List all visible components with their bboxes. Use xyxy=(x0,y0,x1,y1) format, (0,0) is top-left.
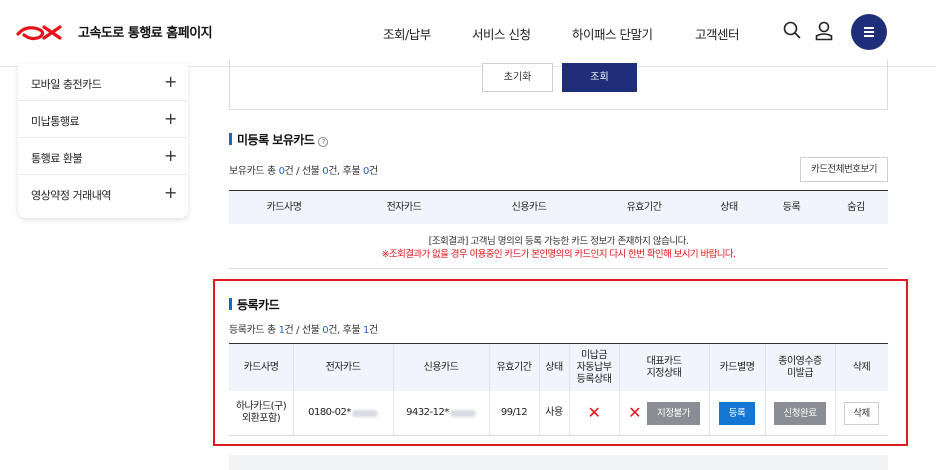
registered-table-header: 카드사명 전자카드 신용카드 유효기간 상태 미납금 자동납부 등록상태 대표카… xyxy=(229,343,888,391)
col-electronic-card: 전자카드 xyxy=(325,361,361,373)
sidebar-item-mobile-card[interactable]: 모바일 충전카드 + xyxy=(18,64,188,101)
cell-expiry: 99/12 xyxy=(500,407,528,418)
section-title-text: 등록카드 xyxy=(237,298,280,312)
section-title-text: 미등록 보유카드 xyxy=(237,133,315,147)
col-card-company: 카드사명 xyxy=(243,361,279,373)
search-button[interactable]: 조회 xyxy=(562,63,637,92)
delete-button[interactable]: 삭제 xyxy=(844,401,879,425)
reset-button[interactable]: 초기화 xyxy=(482,63,553,92)
search-icon[interactable] xyxy=(783,21,801,39)
unregistered-cards-title: 미등록 보유카드? xyxy=(229,131,329,148)
unregistered-table-header: 카드사명 전자카드 신용카드 유효기간 상태 등록 숨김 xyxy=(229,190,888,224)
col-electronic-card: 전자카드 xyxy=(386,201,422,213)
cell-status: 사용 xyxy=(545,407,563,418)
request-complete-button[interactable]: 신청완료 xyxy=(773,401,827,425)
ex-logo-icon xyxy=(16,24,62,40)
expand-plus-icon[interactable]: + xyxy=(164,109,177,128)
cell-autopay-status: ✕ xyxy=(569,391,619,435)
col-hide: 숨김 xyxy=(847,201,865,213)
sidebar-item-label: 모바일 충전카드 xyxy=(31,78,102,91)
masked-card-number: 9432-12* xyxy=(406,407,449,418)
cell-card-company: 하나카드(구) 외환포함) xyxy=(235,401,287,424)
masked-card-number: 0180-02* xyxy=(308,407,351,418)
next-section-panel xyxy=(229,455,888,470)
col-autopay-status: 미납금 자동납부 등록상태 xyxy=(576,349,612,385)
nav-inquiry-payment[interactable]: 조회/납부 xyxy=(383,24,431,43)
cell-electronic-card: 0180-02* xyxy=(293,391,393,435)
expand-plus-icon[interactable]: + xyxy=(164,146,177,165)
col-register: 등록 xyxy=(782,201,801,213)
x-mark-icon: ✕ xyxy=(587,403,601,422)
sidebar-item-toll-refund[interactable]: 통행료 환불 + xyxy=(18,138,188,175)
unregistered-summary: 보유카드 총 0건 / 선불 0건, 후불 0건 xyxy=(229,166,378,177)
table-row: 하나카드(구) 외환포함) 0180-02* 9432-12* 99/12 사용… xyxy=(229,391,888,436)
nav-service-apply[interactable]: 서비스 신청 xyxy=(472,24,531,43)
col-main-card-status: 대표카드 지정상태 xyxy=(646,355,682,379)
masked-blur xyxy=(449,409,476,417)
col-paper-receipt: 종이영수증 미발급 xyxy=(778,355,822,379)
site-logo[interactable]: 고속도로 통행료 홈페이지 xyxy=(16,22,213,41)
registered-cards-title: 등록카드 xyxy=(229,296,280,313)
help-icon[interactable]: ? xyxy=(318,137,329,147)
sidebar-item-unpaid-toll[interactable]: 미납통행료 + xyxy=(18,101,188,138)
nav-hipass-device[interactable]: 하이패스 단말기 xyxy=(572,24,653,43)
sidebar-item-label: 통행료 환불 xyxy=(31,152,83,165)
search-panel xyxy=(229,60,888,110)
cell-card-nickname: 등록 xyxy=(709,391,765,435)
masked-blur xyxy=(351,409,378,417)
user-icon[interactable] xyxy=(815,21,833,41)
expand-plus-icon[interactable]: + xyxy=(164,72,177,91)
title-bar xyxy=(229,298,232,310)
section-divider xyxy=(229,268,888,269)
site-header: 고속도로 통행료 홈페이지 조회/납부 서비스 신청 하이패스 단말기 고객센터 xyxy=(0,0,936,67)
empty-result-note: ※조회결과가 없을 경우 이용중인 카드가 본인명의의 카드인지 다시 한번 확… xyxy=(381,249,736,260)
cell-delete: 삭제 xyxy=(835,391,888,435)
col-status: 상태 xyxy=(720,201,738,213)
col-status: 상태 xyxy=(545,361,563,373)
col-expiry: 유효기간 xyxy=(496,361,532,373)
col-card-nickname: 카드별명 xyxy=(719,361,755,373)
empty-result-message: [조회결과] 고객님 명의의 등록 가능한 카드 정보가 존재하지 않습니다. xyxy=(428,236,689,247)
sidebar-item-video-agreement[interactable]: 영상약정 거래내역 + xyxy=(18,175,188,212)
nav-customer-center[interactable]: 고객센터 xyxy=(695,24,740,43)
registered-summary: 등록카드 총 1건 / 선불 0건, 후불 1건 xyxy=(229,325,378,336)
col-credit-card: 신용카드 xyxy=(511,201,547,213)
site-title: 고속도로 통행료 홈페이지 xyxy=(78,26,213,41)
designate-unavailable-button[interactable]: 지정불가 xyxy=(646,401,700,425)
sidebar-item-label: 미납통행료 xyxy=(31,115,80,128)
sidebar-item-label: 영상약정 거래내역 xyxy=(31,189,111,202)
menu-button[interactable] xyxy=(851,14,887,50)
col-credit-card: 신용카드 xyxy=(423,361,459,373)
view-all-card-numbers-button[interactable]: 카드전체번호보기 xyxy=(800,157,888,182)
col-delete: 삭제 xyxy=(852,361,871,373)
expand-plus-icon[interactable]: + xyxy=(164,183,177,202)
title-bar xyxy=(229,133,232,145)
col-card-company: 카드사명 xyxy=(266,201,302,213)
cell-paper-receipt: 신청완료 xyxy=(765,391,835,435)
register-nickname-button[interactable]: 등록 xyxy=(718,401,756,425)
x-mark-icon: ✕ xyxy=(628,403,641,422)
col-expiry: 유효기간 xyxy=(626,201,662,213)
cell-main-card-status: ✕ 지정불가 xyxy=(619,391,709,435)
sidebar: 모바일 충전카드 + 미납통행료 + 통행료 환불 + 영상약정 거래내역 + xyxy=(18,64,188,218)
cell-credit-card: 9432-12* xyxy=(393,391,489,435)
